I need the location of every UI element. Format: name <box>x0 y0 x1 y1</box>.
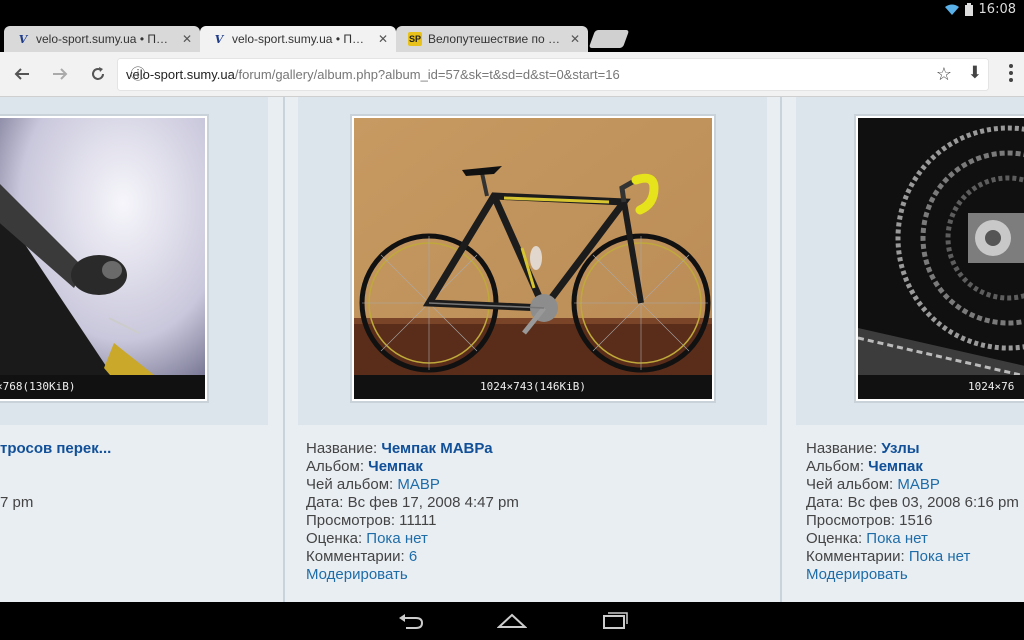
site-favicon-icon: SP <box>408 32 422 46</box>
close-tab-icon[interactable]: ✕ <box>376 32 390 46</box>
views-count: 11111 <box>399 512 437 529</box>
new-tab-button[interactable] <box>588 30 630 48</box>
battery-icon <box>964 3 973 16</box>
photo-date: 7 pm <box>0 494 34 511</box>
comments-link[interactable]: Пока нет <box>909 548 971 565</box>
tab-title: velo-sport.sumy.ua • Просмо <box>36 32 174 46</box>
owner-link[interactable]: МАВР <box>897 476 940 493</box>
arrow-right-icon <box>53 68 68 80</box>
url-path: /forum/gallery/album.php?album_id=57&sk=… <box>234 67 620 82</box>
site-favicon-icon: V <box>214 32 224 46</box>
gallery-page: ×768(130KiB) тросов перек... 7 pm 1024×7… <box>0 97 1024 602</box>
tab-title: Велопутешествие по Одесс <box>428 32 562 46</box>
label-album: Альбом: <box>806 458 864 475</box>
system-navigation-bar <box>0 602 1024 640</box>
photo-info: Название: Чемпак МАВРа Альбом: Чемпак Че… <box>306 440 519 584</box>
owner-link[interactable]: МАВР <box>397 476 440 493</box>
moderate-link[interactable]: Модерировать <box>306 566 408 583</box>
album-link[interactable]: Чемпак <box>868 458 923 475</box>
label-date: Дата: <box>306 494 344 511</box>
photo-date: Вс фев 03, 2008 6:16 pm <box>847 494 1019 511</box>
back-icon <box>399 614 424 629</box>
comments-link[interactable]: 6 <box>409 548 417 565</box>
recents-icon <box>603 612 628 629</box>
close-tab-icon[interactable]: ✕ <box>568 32 582 46</box>
photo-info: Название: Узлы Альбом: Чемпак Чей альбом… <box>806 440 1019 584</box>
photo-caption: ×768(130KiB) <box>0 375 205 399</box>
site-favicon-icon: V <box>18 32 28 46</box>
browser-toolbar: ⓘ velo-sport.sumy.ua/forum/gallery/album… <box>0 52 1024 97</box>
album-link[interactable]: Чемпак <box>368 458 423 475</box>
rating-link[interactable]: Пока нет <box>866 530 928 547</box>
photo-caption: 1024×76 <box>858 375 1024 399</box>
label-owner: Чей альбом: <box>806 476 894 493</box>
download-icon[interactable]: ⬇ <box>968 63 982 83</box>
browser-tab[interactable]: V velo-sport.sumy.ua • Просмо ✕ <box>4 26 200 52</box>
address-bar[interactable]: ⓘ velo-sport.sumy.ua/forum/gallery/album… <box>118 59 988 90</box>
wifi-icon <box>944 4 959 15</box>
photo-caption: 1024×743(146KiB) <box>354 375 712 399</box>
label-album: Альбом: <box>306 458 364 475</box>
info-icon[interactable]: ⓘ <box>128 65 148 85</box>
photo-title-link[interactable]: Чемпак МАВРа <box>381 440 492 457</box>
home-icon <box>496 613 528 628</box>
bookmark-star-icon[interactable]: ☆ <box>936 64 952 85</box>
nav-back-button[interactable] <box>396 611 426 631</box>
tab-title: velo-sport.sumy.ua • Просмо <box>232 32 370 46</box>
tab-strip: V velo-sport.sumy.ua • Просмо ✕ V velo-s… <box>0 20 1024 52</box>
url-text: velo-sport.sumy.ua/forum/gallery/album.p… <box>126 67 620 82</box>
overflow-menu-icon[interactable] <box>1008 64 1014 82</box>
photo-image <box>354 118 712 399</box>
label-owner: Чей альбом: <box>306 476 394 493</box>
moderate-link[interactable]: Модерировать <box>806 566 908 583</box>
photo-image <box>858 118 1024 399</box>
views-count: 1516 <box>899 512 933 529</box>
gallery-item: ×768(130KiB) тросов перек... 7 pm <box>0 97 283 602</box>
label-name: Название: <box>306 440 378 457</box>
reload-icon <box>92 67 104 80</box>
photo-thumbnail[interactable]: ×768(130KiB) <box>0 114 209 403</box>
browser-tab-active[interactable]: V velo-sport.sumy.ua • Просмо ✕ <box>200 26 396 52</box>
label-comments: Комментарии: <box>306 548 405 565</box>
reload-button[interactable] <box>86 62 110 86</box>
label-comments: Комментарии: <box>806 548 905 565</box>
forward-button[interactable] <box>48 62 72 86</box>
label-rating: Оценка: <box>306 530 363 547</box>
label-views: Просмотров: <box>306 512 395 529</box>
photo-thumbnail[interactable]: 1024×76 <box>854 114 1024 403</box>
arrow-left-icon <box>14 68 29 80</box>
photo-image <box>0 118 205 399</box>
rating-link[interactable]: Пока нет <box>366 530 428 547</box>
status-bar: 16:08 <box>0 0 1024 20</box>
photo-date: Вс фев 17, 2008 4:47 pm <box>347 494 519 511</box>
browser-tab[interactable]: SP Велопутешествие по Одесс ✕ <box>396 26 588 52</box>
gallery-item: 1024×76 Название: Узлы Альбом: Чемпак Че… <box>782 97 1024 602</box>
photo-info: тросов перек... 7 pm <box>0 440 111 512</box>
gallery-item: 1024×743(146KiB) Название: Чемпак МАВРа … <box>285 97 780 602</box>
back-button[interactable] <box>10 62 34 86</box>
photo-title-link[interactable]: тросов перек... <box>0 440 111 457</box>
label-name: Название: <box>806 440 878 457</box>
photo-thumbnail[interactable]: 1024×743(146KiB) <box>350 114 716 403</box>
nav-recents-button[interactable] <box>600 611 630 631</box>
clock: 16:08 <box>978 2 1016 17</box>
photo-title-link[interactable]: Узлы <box>881 440 919 457</box>
label-rating: Оценка: <box>806 530 863 547</box>
label-date: Дата: <box>806 494 844 511</box>
label-views: Просмотров: <box>806 512 895 529</box>
nav-home-button[interactable] <box>496 611 528 631</box>
close-tab-icon[interactable]: ✕ <box>180 32 194 46</box>
